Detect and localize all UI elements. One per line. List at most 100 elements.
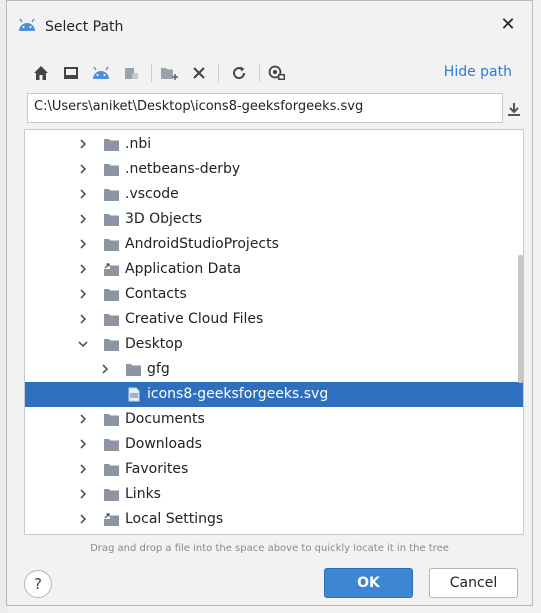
tree-item-label: gfg	[147, 361, 170, 377]
home-icon	[34, 66, 48, 80]
title-bar: Select Path ✕	[7, 1, 532, 51]
tree-item-label: Contacts	[125, 286, 187, 302]
android-studio-icon	[19, 18, 35, 31]
close-button[interactable]: ✕	[498, 15, 518, 35]
folder-icon	[104, 164, 119, 176]
folder-icon	[104, 314, 119, 326]
select-path-dialog: Select Path ✕ Hide path C:\Users\aniket\…	[6, 0, 533, 606]
tree-item-label: icons8-geeksforgeeks.svg	[147, 386, 329, 402]
file-tree[interactable]: .nbi .netbeans-derby .vscode 3D Objects Andr…	[24, 129, 524, 535]
tree-item-label: Documents	[125, 411, 205, 427]
refresh-button[interactable]	[227, 61, 251, 85]
tree-row[interactable]: gfg	[25, 357, 523, 382]
new-folder-icon	[161, 68, 178, 80]
tree-scrollbar[interactable]	[518, 255, 523, 383]
desktop-icon	[64, 67, 78, 79]
tree-row-selected[interactable]: icons8-geeksforgeeks.svg	[25, 382, 523, 407]
tree-item-label: .nbi	[125, 136, 152, 152]
chevron-right-icon[interactable]	[77, 438, 89, 450]
folder-link-icon	[104, 513, 119, 526]
folder-icon	[104, 414, 119, 426]
tree-item-label: .vscode	[125, 186, 179, 202]
tree-row[interactable]: .netbeans-derby	[25, 157, 523, 182]
folder-link-icon	[104, 263, 119, 276]
hide-path-link[interactable]: Hide path	[444, 64, 512, 80]
tree-item-label: Creative Cloud Files	[125, 311, 264, 327]
folder-icon	[104, 239, 119, 251]
download-icon	[508, 103, 520, 116]
folder-icon	[104, 189, 119, 201]
help-button[interactable]: ?	[24, 570, 52, 598]
file-chooser-toolbar: Hide path	[27, 61, 522, 85]
folder-icon	[104, 139, 119, 151]
tree-row[interactable]: 3D Objects	[25, 207, 523, 232]
tree-row[interactable]: Desktop	[25, 332, 523, 357]
tree-row[interactable]: AndroidStudioProjects	[25, 232, 523, 257]
module-icon	[125, 68, 138, 79]
tree-item-label: Downloads	[125, 436, 202, 452]
chevron-right-icon[interactable]	[77, 138, 89, 150]
tree-row[interactable]: Creative Cloud Files	[25, 307, 523, 332]
tree-item-label: 3D Objects	[125, 211, 203, 227]
drag-drop-hint: Drag and drop a file into the space abov…	[90, 543, 449, 554]
tree-row[interactable]: .vscode	[25, 182, 523, 207]
toolbar-separator	[151, 64, 152, 82]
tree-item-label: Application Data	[125, 261, 242, 277]
cancel-button[interactable]: Cancel	[429, 568, 518, 598]
path-field-container	[27, 93, 503, 123]
chevron-right-icon[interactable]	[77, 213, 89, 225]
refresh-icon	[233, 66, 246, 80]
show-hidden-button[interactable]	[265, 61, 289, 85]
folder-icon	[104, 489, 119, 501]
folder-icon	[126, 364, 141, 376]
folder-icon	[104, 464, 119, 476]
tree-item-label: Links	[125, 486, 161, 502]
chevron-right-icon[interactable]	[77, 313, 89, 325]
tree-row[interactable]: Links	[25, 482, 523, 507]
desktop-button[interactable]	[59, 61, 83, 85]
chevron-right-icon[interactable]	[77, 188, 89, 200]
tree-row[interactable]: Contacts	[25, 282, 523, 307]
home-button[interactable]	[29, 61, 53, 85]
tree-row[interactable]: Application Data	[25, 257, 523, 282]
android-project-button[interactable]	[89, 61, 113, 85]
path-input[interactable]	[34, 99, 494, 114]
chevron-right-icon[interactable]	[99, 363, 111, 375]
chevron-right-icon[interactable]	[77, 163, 89, 175]
chevron-right-icon[interactable]	[77, 413, 89, 425]
chevron-right-icon[interactable]	[77, 488, 89, 500]
tree-row[interactable]: Favorites	[25, 457, 523, 482]
tree-row[interactable]: Local Settings	[25, 507, 523, 532]
chevron-right-icon[interactable]	[77, 288, 89, 300]
delete-icon	[193, 67, 205, 79]
tree-item-label: AndroidStudioProjects	[125, 236, 279, 252]
folder-icon	[104, 214, 119, 226]
dialog-title: Select Path	[45, 19, 124, 35]
folder-icon	[104, 439, 119, 451]
close-icon: ✕	[500, 14, 516, 35]
chevron-down-icon[interactable]	[77, 338, 89, 350]
svg-file-icon	[128, 387, 140, 402]
toolbar-separator	[259, 64, 260, 82]
chevron-right-icon[interactable]	[77, 238, 89, 250]
android-project-icon	[93, 66, 109, 79]
folder-icon	[104, 289, 119, 301]
folder-icon	[104, 339, 119, 351]
download-path-button[interactable]	[503, 98, 525, 120]
chevron-right-icon[interactable]	[77, 513, 89, 525]
chevron-right-icon[interactable]	[77, 263, 89, 275]
module-button[interactable]	[119, 61, 143, 85]
tree-item-label: .netbeans-derby	[125, 161, 241, 177]
delete-button[interactable]	[187, 61, 211, 85]
tree-row[interactable]: Documents	[25, 407, 523, 432]
toolbar-separator	[218, 64, 219, 82]
tree-row[interactable]: .nbi	[25, 132, 523, 157]
tree-item-label: Desktop	[125, 336, 183, 352]
tree-row[interactable]: Downloads	[25, 432, 523, 457]
tree-item-label: Favorites	[125, 461, 189, 477]
show-hidden-icon	[268, 65, 285, 80]
ok-button[interactable]: OK	[324, 568, 413, 598]
new-folder-button[interactable]	[157, 61, 181, 85]
tree-item-label: Local Settings	[125, 511, 224, 527]
chevron-right-icon[interactable]	[77, 463, 89, 475]
